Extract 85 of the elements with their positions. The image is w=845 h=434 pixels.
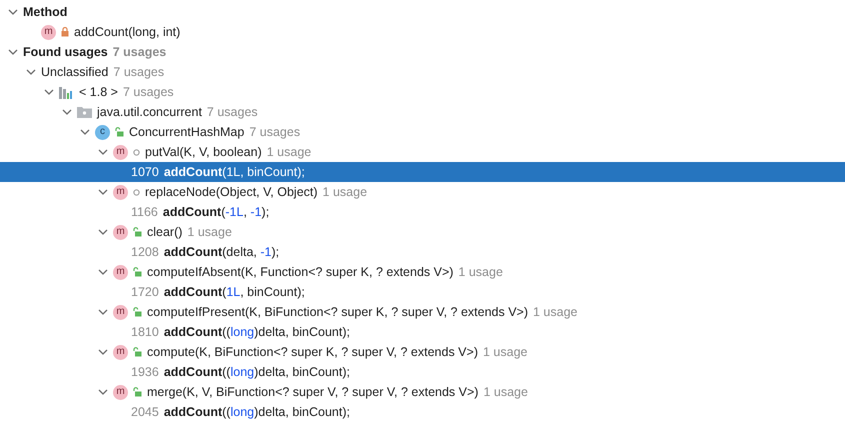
node-label: putVal(K, V, boolean) — [145, 144, 262, 161]
chevron-icon[interactable] — [98, 387, 108, 397]
line-number: 1166 — [131, 204, 158, 221]
line-number: 1070 — [131, 164, 159, 181]
section-title: Found usages — [23, 44, 108, 61]
folder-icon — [77, 106, 92, 118]
method-icon: m — [113, 184, 128, 200]
method-icon: m — [113, 144, 128, 160]
chevron-icon[interactable] — [98, 347, 108, 357]
tree-row[interactable]: m addCount(long, int) — [0, 22, 845, 42]
method-icon: m — [41, 24, 56, 40]
chevron-icon[interactable] — [98, 227, 108, 237]
usage-count: 1 usage — [482, 344, 528, 361]
usage-count: 1 usage — [533, 304, 578, 321]
chevron-icon[interactable] — [80, 127, 90, 137]
tree-row[interactable]: java.util.concurrent 7 usages — [0, 102, 845, 122]
usage-count: 7 usages — [206, 104, 258, 121]
method-icon: m — [113, 304, 128, 320]
line-number: 1810 — [131, 324, 159, 341]
tree-row[interactable]: < 1.8 > 7 usages — [0, 82, 845, 102]
line-number: 1720 — [131, 284, 159, 301]
node-label: merge(K, V, BiFunction<? super V, ? super V, ? extends V>) — [147, 384, 478, 401]
section-title: Method — [23, 4, 68, 21]
tree-row[interactable]: 1208 addCount(delta, -1); — [0, 242, 845, 262]
chevron-icon[interactable] — [8, 7, 18, 17]
chevron-icon[interactable] — [26, 67, 36, 77]
usage-count: 7 usages — [113, 64, 164, 81]
code-line: addCount((long)delta, binCount); — [164, 324, 350, 341]
tree-row[interactable]: c ConcurrentHashMap 7 usages — [0, 122, 845, 142]
line-number: 1936 — [131, 364, 159, 381]
method-icon: m — [113, 384, 128, 400]
tree-row[interactable]: m computeIfPresent(K, BiFunction<? super K, ? super V, ? extends V>) 1 usage — [0, 302, 845, 322]
usage-count: 1 usage — [483, 384, 528, 401]
tree-row[interactable]: 1166 addCount(-1L, -1); — [0, 202, 845, 222]
node-label: addCount(long, int) — [74, 24, 180, 41]
tree-row[interactable]: 2045 addCount((long)delta, binCount); — [0, 402, 845, 422]
chevron-icon[interactable] — [8, 47, 18, 57]
line-number: 1208 — [131, 244, 159, 261]
usage-count: 7 usages — [249, 124, 300, 141]
node-label: Unclassified — [41, 64, 108, 81]
node-label: clear() — [147, 224, 182, 241]
chevron-icon[interactable] — [98, 187, 108, 197]
code-line: addCount((long)delta, binCount); — [164, 364, 350, 381]
code-line: addCount(1L, binCount); — [164, 284, 305, 301]
node-label: < 1.8 > — [79, 84, 118, 101]
node-label: java.util.concurrent — [97, 104, 202, 121]
usage-count: 7 usages — [112, 44, 166, 61]
tree-row[interactable]: m clear() 1 usage — [0, 222, 845, 242]
code-line: addCount(delta, -1); — [164, 244, 280, 261]
usage-count: 1 usage — [458, 264, 503, 281]
code-line: addCount((long)delta, binCount); — [164, 404, 350, 421]
code-line: addCount(-1L, -1); — [162, 204, 270, 221]
node-label: computeIfAbsent(K, Function<? super K, ? extends V>) — [147, 264, 454, 281]
library-icon — [59, 86, 74, 98]
code-line: addCount(1L, binCount); — [164, 164, 305, 181]
tree-row[interactable]: m compute(K, BiFunction<? super K, ? super V, ? extends V>) 1 usage — [0, 342, 845, 362]
node-label: computeIfPresent(K, BiFunction<? super K, ? super V, ? extends V>) — [147, 304, 528, 321]
chevron-icon[interactable] — [98, 267, 108, 277]
usage-count: 1 usage — [266, 144, 312, 161]
method-icon: m — [113, 264, 128, 280]
method-icon: m — [113, 344, 128, 360]
tree-row[interactable]: m computeIfAbsent(K, Function<? super K, ? extends V>) 1 usage — [0, 262, 845, 282]
chevron-icon[interactable] — [62, 107, 72, 117]
tree-row[interactable]: m replaceNode(Object, V, Object) 1 usage — [0, 182, 845, 202]
chevron-icon[interactable] — [98, 307, 108, 317]
tree-row[interactable]: 1810 addCount((long)delta, binCount); — [0, 322, 845, 342]
tree-row[interactable]: m putVal(K, V, boolean) 1 usage — [0, 142, 845, 162]
node-label: compute(K, BiFunction<? super K, ? super V, ? extends V>) — [147, 344, 478, 361]
tree-row[interactable]: Unclassified 7 usages — [0, 62, 845, 82]
node-label: ConcurrentHashMap — [129, 124, 244, 141]
node-label: replaceNode(Object, V, Object) — [145, 184, 318, 201]
method-icon: m — [113, 224, 128, 240]
tree-row[interactable]: m merge(K, V, BiFunction<? super V, ? super V, ? extends V>) 1 usage — [0, 382, 845, 402]
tree-row[interactable]: Found usages 7 usages — [0, 42, 845, 62]
line-number: 2045 — [131, 404, 159, 421]
usage-count: 1 usage — [187, 224, 232, 241]
chevron-icon[interactable] — [98, 147, 108, 157]
class-icon: c — [95, 124, 110, 140]
usage-count: 1 usage — [322, 184, 368, 201]
tree-row[interactable]: 1720 addCount(1L, binCount); — [0, 282, 845, 302]
tree-row[interactable]: 1070 addCount(1L, binCount); — [0, 162, 845, 182]
usage-count: 7 usages — [122, 84, 174, 101]
tree-row[interactable]: 1936 addCount((long)delta, binCount); — [0, 362, 845, 382]
chevron-icon[interactable] — [44, 87, 54, 97]
tree-row[interactable]: Method — [0, 2, 845, 22]
